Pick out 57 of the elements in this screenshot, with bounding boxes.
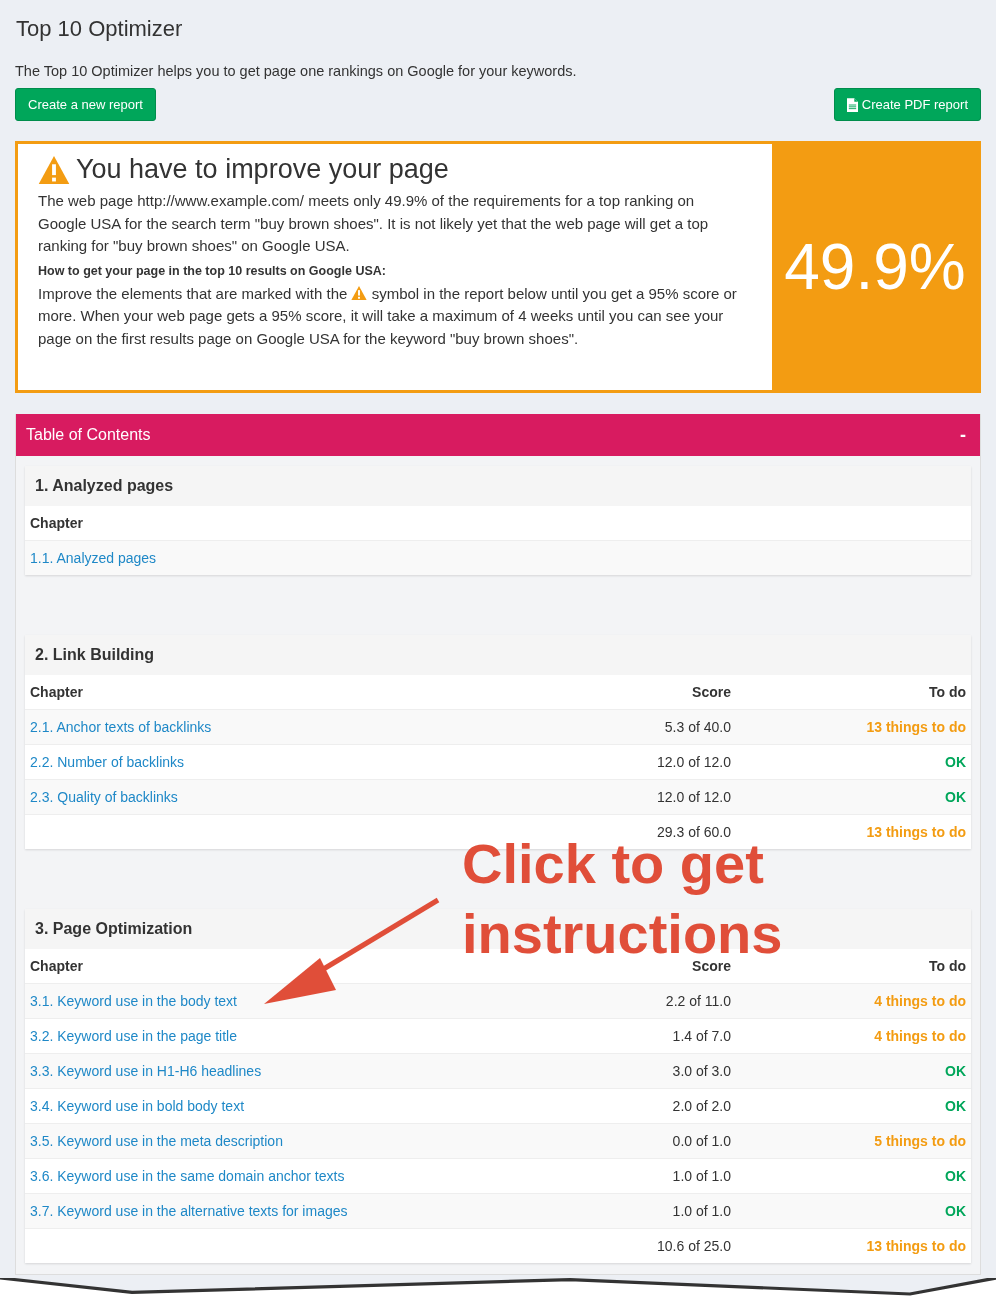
score-cell-text: 5.3 of 40.0: [663, 719, 731, 735]
collapse-button[interactable]: -: [956, 424, 970, 446]
score-value: 49.9%: [784, 230, 966, 304]
alert-heading: You have to improve your page: [76, 154, 449, 185]
summary-text: The web page http://www.example.com/ meets only 49.9% of the requirements for a top ranking on Google USA for the search term "buy brown shoes". It is not likely yet that the web page will get a top ranking for "buy brown shoes" on Google USA.: [38, 191, 710, 256]
chapter-link[interactable]: 3.6. Keyword use in the same domain anchor texts: [30, 1168, 345, 1184]
chapter-link[interactable]: 2.1. Anchor texts of backlinks: [30, 719, 212, 735]
intro-text: The Top 10 Optimizer helps you to get page one rankings on Google for your keywords.: [15, 63, 578, 79]
chapter-link[interactable]: 3.3. Keyword use in H1-H6 headlines: [30, 1063, 262, 1079]
todo-count: 4 things to do: [873, 993, 966, 1009]
status-ok: OK: [944, 1168, 966, 1184]
chapter-link[interactable]: 3.5. Keyword use in the meta description: [30, 1133, 283, 1149]
section-title: 2. Link Building: [35, 646, 155, 664]
status-ok: OK: [944, 789, 966, 805]
section-title: 3. Page Optimization: [35, 920, 193, 938]
score-cell-text: 2.2 of 11.0: [664, 993, 731, 1009]
chapter-link[interactable]: 2.3. Quality of backlinks: [30, 789, 178, 805]
warning-icon: [351, 285, 368, 300]
column-header: Chapter: [30, 958, 84, 974]
status-ok: OK: [944, 1203, 966, 1219]
column-header: Chapter: [30, 684, 84, 700]
score-cell-text: 3.0 of 3.0: [671, 1063, 731, 1079]
score-cell-text: 0.0 of 1.0: [671, 1133, 731, 1149]
column-header: Chapter: [30, 515, 84, 531]
score-cell-text: 1.0 of 1.0: [671, 1168, 731, 1184]
section-title: 1. Analyzed pages: [35, 477, 174, 495]
score-cell-text: 2.0 of 2.0: [671, 1098, 731, 1114]
warning-icon: [38, 155, 70, 184]
score-cell-text: 12.0 of 12.0: [656, 789, 731, 805]
todo-count: 4 things to do: [873, 1028, 966, 1044]
contents-title: Table of Contents: [26, 426, 151, 444]
todo-count: 13 things to do: [865, 719, 966, 735]
chapter-link[interactable]: 2.2. Number of backlinks: [30, 754, 185, 770]
create-pdf-button[interactable]: Create PDF report: [833, 88, 981, 121]
page-title: Top 10 Optimizer: [16, 16, 184, 42]
create-report-button[interactable]: Create a new report: [15, 88, 156, 121]
subheading: How to get your page in the top 10 results on Google USA:: [38, 263, 387, 278]
status-ok: OK: [944, 1063, 966, 1079]
column-header: To do: [927, 684, 966, 700]
total-score: 10.6 of 25.0: [656, 1238, 731, 1254]
chapter-link[interactable]: 3.7. Keyword use in the alternative texts for images: [30, 1203, 348, 1219]
chapter-link[interactable]: 3.2. Keyword use in the page title: [30, 1028, 238, 1044]
chapter-link[interactable]: 3.4. Keyword use in bold body text: [30, 1098, 245, 1114]
status-ok: OK: [944, 754, 966, 770]
todo-count: 13 things to do: [865, 1238, 966, 1254]
todo-count: 5 things to do: [873, 1133, 966, 1149]
chapter-link[interactable]: 3.1. Keyword use in the body text: [30, 993, 237, 1009]
chapter-link[interactable]: 1.1. Analyzed pages: [30, 550, 157, 566]
status-ok: OK: [944, 1098, 966, 1114]
instruction-text: Improve the elements that are marked with the symbol in the report below until you get a 95% score or more. When your web page gets a 95% score, it will take a maximum of 4 weeks until you can see your page on the first results page on Google USA for the keyword "buy brown shoes".: [38, 283, 738, 349]
todo-count: 13 things to do: [865, 824, 966, 840]
score-cell-text: 1.4 of 7.0: [671, 1028, 731, 1044]
column-header: To do: [927, 958, 966, 974]
score-cell-text: 1.0 of 1.0: [671, 1203, 731, 1219]
column-header: Score: [691, 684, 731, 700]
document-icon: [846, 97, 858, 112]
score-cell-text: 12.0 of 12.0: [656, 754, 731, 770]
